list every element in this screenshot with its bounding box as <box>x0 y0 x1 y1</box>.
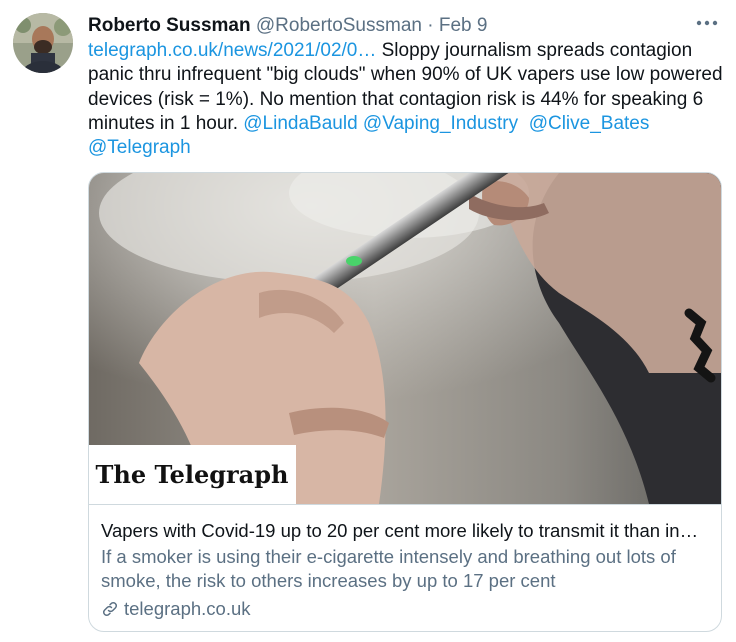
link-preview-card[interactable]: The Telegraph Vapers with Covid-19 up to… <box>88 172 722 632</box>
avatar-photo <box>13 13 73 73</box>
mention-telegraph[interactable]: @Telegraph <box>88 137 191 158</box>
tweet-text-line-5: @Telegraph <box>88 136 728 160</box>
card-body: Vapers with Covid-19 up to 20 per cent m… <box>89 504 721 631</box>
tweet-text-line-4: minutes in 1 hour. @LindaBauld @Vaping_I… <box>88 112 728 136</box>
tweet-text: telegraph.co.uk/news/2021/02/0… Sloppy j… <box>88 39 728 160</box>
tweet-link[interactable]: telegraph.co.uk/news/2021/02/0… <box>88 40 376 61</box>
tweet-text-segment: Sloppy journalism spreads contagion <box>376 40 693 61</box>
more-horizontal-icon[interactable] <box>694 12 720 34</box>
author-name[interactable]: Roberto Sussman <box>88 15 251 36</box>
mention-clive-bates[interactable]: @Clive_Bates <box>529 113 650 134</box>
link-icon <box>102 601 118 617</box>
card-domain-text: telegraph.co.uk <box>124 598 251 619</box>
telegraph-logo: The Telegraph <box>96 460 289 489</box>
mention-vaping-industry[interactable]: @Vaping_Industry <box>363 113 518 134</box>
tweet-text-segment: minutes in 1 hour. <box>88 112 244 134</box>
card-description: If a smoker is using their e-cigarette i… <box>101 546 676 591</box>
avatar[interactable] <box>13 13 73 73</box>
header-separator: · <box>427 15 434 36</box>
tweet-text-line-1: telegraph.co.uk/news/2021/02/0… Sloppy j… <box>88 39 728 63</box>
card-domain: telegraph.co.uk <box>101 598 251 620</box>
mention-lindabauld[interactable]: @LindaBauld <box>243 113 357 134</box>
tweet-text-line-2: panic thru infrequent "big clouds" when … <box>88 64 723 86</box>
tweet-date[interactable]: Feb 9 <box>439 15 488 36</box>
author-handle[interactable]: @RobertoSussman <box>256 15 422 36</box>
tweet-header: Roberto Sussman @RobertoSussman · Feb 9 <box>88 14 487 38</box>
card-image: The Telegraph <box>89 173 721 504</box>
card-title: Vapers with Covid-19 up to 20 per cent m… <box>101 520 699 541</box>
tweet-text-line-3: devices (risk = 1%). No mention that con… <box>88 88 704 110</box>
